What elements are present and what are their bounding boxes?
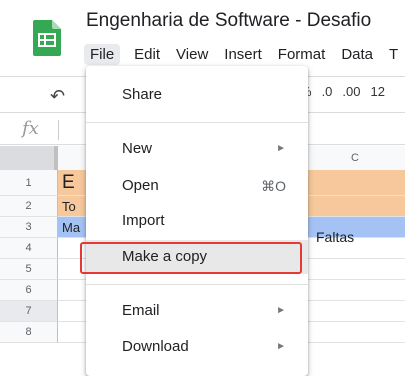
more-formats-button[interactable]: 12	[370, 84, 384, 99]
submenu-arrow-icon: ►	[276, 341, 286, 352]
row-header-8[interactable]: 8	[0, 322, 58, 343]
undo-icon[interactable]: ↶	[50, 86, 65, 107]
decrease-decimal-button[interactable]: .0	[322, 84, 333, 99]
row-header-7[interactable]: 7	[0, 301, 58, 322]
increase-decimal-button[interactable]: .00	[342, 84, 360, 99]
menu-item-email-label: Email	[122, 302, 160, 319]
fx-icon: fx	[22, 118, 39, 139]
row-header-1[interactable]: 1	[0, 170, 58, 196]
menu-item-download-label: Download	[122, 338, 189, 355]
menu-item-share[interactable]: Share	[86, 78, 308, 112]
row-header-5[interactable]: 5	[0, 259, 58, 280]
menu-item-import-label: Import	[122, 212, 165, 229]
menu-item-open[interactable]: Open ⌘O	[86, 169, 308, 203]
menu-item-new-label: New	[122, 140, 153, 157]
cell-a1[interactable]: E	[62, 172, 75, 194]
menubar: File Edit View Insert Format Data T	[84, 44, 400, 65]
menu-divider	[86, 284, 308, 285]
row-header-4[interactable]: 4	[0, 238, 58, 259]
menu-item-open-label: Open	[122, 177, 159, 194]
submenu-arrow-icon: ►	[276, 305, 286, 316]
row-header-3[interactable]: 3	[0, 217, 58, 238]
cell-a3[interactable]: Ma	[62, 220, 80, 235]
menu-tools[interactable]: T	[387, 44, 400, 65]
menu-insert[interactable]: Insert	[222, 44, 264, 65]
row-header-2[interactable]: 2	[0, 196, 58, 217]
menu-item-email[interactable]: Email ►	[86, 294, 308, 328]
submenu-arrow-icon: ►	[276, 143, 286, 154]
menu-divider	[86, 122, 308, 123]
column-header-c[interactable]: C	[305, 152, 405, 164]
menu-view[interactable]: View	[174, 44, 210, 65]
formula-separator	[58, 120, 59, 140]
make-a-copy-callout	[80, 242, 302, 274]
menu-item-import[interactable]: Import	[86, 204, 308, 238]
shortcut-label: ⌘O	[261, 178, 286, 194]
file-menu: Share New ► Open ⌘O Import Make a copy E…	[86, 66, 308, 376]
menu-item-download[interactable]: Download ►	[86, 330, 308, 364]
menu-edit[interactable]: Edit	[132, 44, 162, 65]
row-header-6[interactable]: 6	[0, 280, 58, 301]
menu-format[interactable]: Format	[276, 44, 328, 65]
document-title[interactable]: Engenharia de Software - Desafio	[86, 10, 371, 32]
menu-file[interactable]: File	[84, 44, 121, 65]
cell-a2[interactable]: To	[62, 199, 76, 214]
select-all-corner[interactable]	[0, 146, 58, 170]
menu-data[interactable]: Data	[339, 44, 375, 65]
menu-item-new[interactable]: New ►	[86, 132, 308, 166]
sheets-logo-icon[interactable]	[33, 20, 61, 56]
menu-item-share-label: Share	[122, 86, 163, 103]
toolbar-format-group: % .0 .00 12	[300, 84, 385, 99]
